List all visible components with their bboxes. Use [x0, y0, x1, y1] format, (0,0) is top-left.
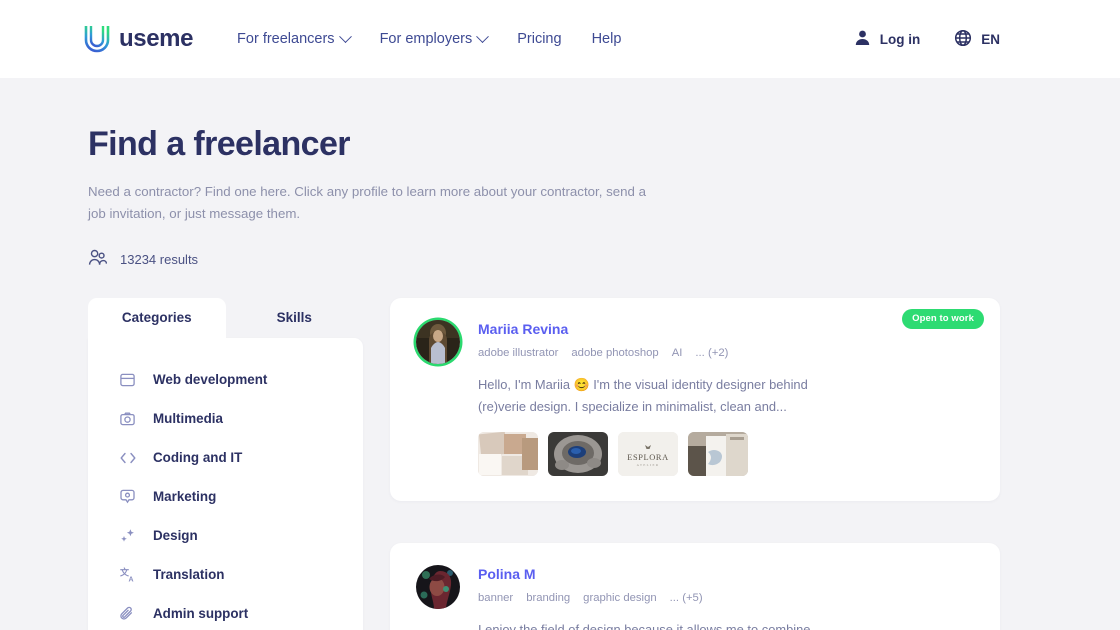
- portfolio-thumbnails: ESPLORA ATELIER: [478, 431, 974, 476]
- globe-icon: [954, 29, 972, 50]
- tab-categories[interactable]: Categories: [88, 298, 226, 339]
- results-count-row: 13234 results: [88, 249, 1000, 269]
- sidebar-item-label: Translation: [153, 567, 225, 583]
- users-group-icon: [88, 249, 108, 269]
- sidebar-item-translation[interactable]: 文 A Translation: [88, 555, 363, 594]
- content-area: Categories Skills Web development Multim…: [88, 298, 1000, 630]
- avatar[interactable]: [416, 564, 460, 609]
- sidebar-item-marketing[interactable]: Marketing: [88, 477, 363, 516]
- skill-tag[interactable]: adobe illustrator: [478, 347, 558, 359]
- language-selector[interactable]: EN: [954, 29, 1000, 50]
- sidebar-item-label: Web development: [153, 372, 268, 388]
- nav-item-pricing[interactable]: Pricing: [517, 31, 561, 47]
- freelancer-results-list: Open to work Mariia Revina adobe illustr…: [390, 298, 1000, 630]
- freelancer-description: Hello, I'm Mariia 😊 I'm the visual ident…: [478, 377, 808, 414]
- freelancer-card[interactable]: Open to work Mariia Revina adobe illustr…: [390, 298, 1000, 501]
- sidebar-item-label: Design: [153, 528, 198, 544]
- sidebar-item-coding-and-it[interactable]: Coding and IT: [88, 438, 363, 477]
- card-body: Polina M banner branding graphic design …: [478, 565, 974, 630]
- portfolio-thumbnail[interactable]: [478, 431, 538, 476]
- sparkle-icon: [119, 527, 136, 544]
- chevron-down-icon: [476, 29, 490, 43]
- nav-label: Help: [591, 31, 622, 47]
- browser-window-icon: [119, 371, 136, 388]
- user-icon: [854, 29, 871, 49]
- skill-tag[interactable]: adobe photoshop: [571, 347, 658, 359]
- portfolio-thumbnail[interactable]: [548, 431, 608, 476]
- freelancer-name[interactable]: Mariia Revina: [478, 321, 974, 337]
- login-button[interactable]: Log in: [854, 29, 921, 49]
- page-subtitle: Need a contractor? Find one here. Click …: [88, 184, 647, 221]
- skill-tags-more[interactable]: ... (+5): [670, 592, 703, 604]
- freelancer-description: I enjoy the field of design because it a…: [478, 621, 811, 630]
- skill-tags: banner branding graphic design ... (+5): [478, 592, 974, 604]
- skill-tags-more[interactable]: ... (+2): [695, 347, 728, 359]
- sidebar-item-label: Coding and IT: [153, 450, 243, 466]
- sidebar-item-label: Admin support: [153, 606, 249, 622]
- page-content: Find a freelancer Need a contractor? Fin…: [0, 125, 1120, 630]
- skill-tag[interactable]: AI: [672, 347, 683, 359]
- skill-tag[interactable]: branding: [526, 592, 570, 604]
- skill-tag[interactable]: graphic design: [583, 592, 656, 604]
- svg-text:ATELIER: ATELIER: [637, 463, 660, 467]
- sidebar-item-design[interactable]: Design: [88, 516, 363, 555]
- brand-logo[interactable]: useme: [84, 24, 193, 54]
- card-header: Mariia Revina adobe illustrator adobe ph…: [416, 320, 974, 476]
- sidebar-item-label: Multimedia: [153, 411, 223, 427]
- chevron-down-icon: [338, 29, 352, 43]
- filter-tabs: Categories Skills: [88, 298, 364, 339]
- login-label: Log in: [879, 31, 921, 47]
- tab-skills[interactable]: Skills: [226, 298, 364, 338]
- avatar[interactable]: [416, 320, 460, 365]
- sidebar-item-admin-support[interactable]: Admin support: [88, 594, 363, 630]
- card-body: Mariia Revina adobe illustrator adobe ph…: [478, 320, 974, 476]
- nav-item-for-employers[interactable]: For employers: [379, 29, 490, 47]
- sidebar-item-web-development[interactable]: Web development: [88, 360, 363, 399]
- translate-icon: 文 A: [119, 566, 136, 583]
- nav-label: For employers: [379, 31, 473, 47]
- results-count-label: 13234 results: [120, 251, 199, 267]
- speech-bubble-icon: [119, 488, 136, 505]
- language-label: EN: [981, 31, 1000, 47]
- nav-item-for-freelancers[interactable]: For freelancers: [237, 29, 352, 47]
- nav-item-help[interactable]: Help: [592, 31, 622, 47]
- portfolio-thumbnail[interactable]: [688, 431, 748, 476]
- sidebar-item-multimedia[interactable]: Multimedia: [88, 399, 363, 438]
- header-actions: Log in EN: [854, 29, 1000, 50]
- paperclip-icon: [119, 605, 136, 622]
- filters-sidebar: Categories Skills Web development Multim…: [88, 298, 363, 630]
- useme-logo-icon: [84, 24, 110, 54]
- page-title: Find a freelancer: [88, 125, 351, 163]
- sidebar-item-label: Marketing: [153, 489, 217, 505]
- camera-icon: [119, 410, 136, 427]
- nav-label: Pricing: [517, 31, 562, 47]
- status-badge: Open to work: [902, 309, 984, 330]
- site-header: useme For freelancers For employers Pric…: [0, 0, 1120, 78]
- freelancer-name[interactable]: Polina M: [478, 566, 974, 582]
- portfolio-thumbnail[interactable]: ESPLORA ATELIER: [618, 431, 678, 476]
- svg-text:A: A: [128, 576, 133, 583]
- categories-panel: Web development Multimedia Coding and IT…: [88, 338, 363, 630]
- skill-tags: adobe illustrator adobe photoshop AI ...…: [478, 347, 974, 359]
- svg-text:ESPLORA: ESPLORA: [627, 453, 668, 462]
- freelancer-card[interactable]: Polina M banner branding graphic design …: [390, 542, 1000, 630]
- code-brackets-icon: [119, 449, 136, 466]
- skill-tag[interactable]: banner: [478, 592, 513, 604]
- card-header: Polina M banner branding graphic design …: [416, 564, 974, 630]
- brand-name: useme: [119, 25, 194, 52]
- main-navigation: For freelancers For employers Pricing He…: [237, 29, 622, 47]
- nav-label: For freelancers: [237, 31, 335, 47]
